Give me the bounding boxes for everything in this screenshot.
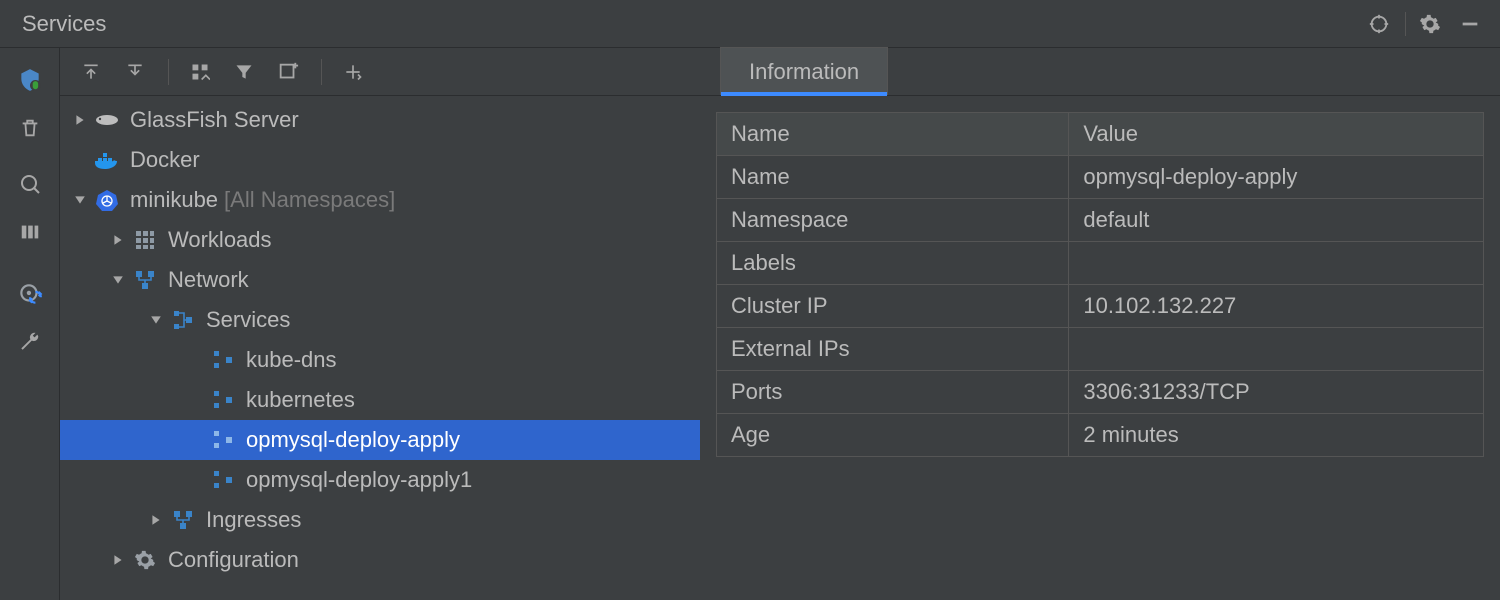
tree-node-workloads[interactable]: Workloads [60,220,700,260]
configuration-gear-icon [132,547,158,573]
gear-icon[interactable] [1414,8,1446,40]
docker-icon [94,147,120,173]
services-tree[interactable]: GlassFish Server Docker minikube [All Na… [60,96,700,600]
info-row-labels[interactable]: Labels [717,242,1483,285]
tree-node-services[interactable]: Services [60,300,700,340]
chevron-right-icon [146,510,166,530]
tree-label: kube-dns [246,347,337,373]
info-value: default [1069,199,1483,241]
info-key: Ports [717,371,1069,413]
info-row-age[interactable]: Age 2 minutes [717,414,1483,456]
tree-label: GlassFish Server [130,107,299,133]
collapse-all-icon[interactable] [118,55,152,89]
col-header-name: Name [717,113,1069,155]
info-key: Name [717,156,1069,198]
tree-label: opmysql-deploy-apply1 [246,467,472,493]
toolbar-separator [168,59,169,85]
zoom-icon[interactable] [10,164,50,204]
toolbar-separator [321,59,322,85]
chevron-right-icon [108,230,128,250]
tree-label: Network [168,267,249,293]
ingress-icon [170,507,196,533]
tree-leaf-opmysql-deploy-apply1[interactable]: opmysql-deploy-apply1 [60,460,700,500]
tree-label: opmysql-deploy-apply [246,427,460,453]
details-tab-strip: Information [700,48,1500,96]
info-value: 3306:31233/TCP [1069,371,1483,413]
target-icon[interactable] [1363,8,1395,40]
tree-label: Configuration [168,547,299,573]
tree-leaf-opmysql-deploy-apply[interactable]: opmysql-deploy-apply [60,420,700,460]
info-value: 10.102.132.227 [1069,285,1483,327]
info-row-cluster-ip[interactable]: Cluster IP 10.102.132.227 [717,285,1483,328]
tree-leaf-kube-dns[interactable]: kube-dns [60,340,700,380]
refresh-gear-icon[interactable] [10,274,50,314]
info-header-row: Name Value [717,113,1483,156]
chevron-placeholder [70,150,90,170]
network-icon [132,267,158,293]
tab-information[interactable]: Information [720,47,888,95]
info-row-external-ips[interactable]: External IPs [717,328,1483,371]
group-by-icon[interactable] [183,55,217,89]
tree-node-docker[interactable]: Docker [60,140,700,180]
workloads-icon [132,227,158,253]
tree-suffix: [All Namespaces] [224,187,395,213]
tree-leaf-kubernetes[interactable]: kubernetes [60,380,700,420]
filter-icon[interactable] [227,55,261,89]
service-item-icon [210,387,236,413]
tree-label: Services [206,307,290,333]
toolwindow-title: Services [22,11,1355,37]
info-key: Cluster IP [717,285,1069,327]
wrench-icon[interactable] [10,322,50,362]
service-icon [170,307,196,333]
info-table: Name Value Name opmysql-deploy-apply Nam… [716,112,1484,457]
main-area: GlassFish Server Docker minikube [All Na… [0,48,1500,600]
info-row-name[interactable]: Name opmysql-deploy-apply [717,156,1483,199]
tree-toolbar [60,48,700,96]
service-item-icon [210,347,236,373]
details-pane: Information Name Value Name opmysql-depl… [700,48,1500,600]
open-tab-icon[interactable] [271,55,305,89]
glassfish-icon [94,107,120,133]
info-value: opmysql-deploy-apply [1069,156,1483,198]
info-key: External IPs [717,328,1069,370]
left-gutter [0,48,60,600]
info-value: 2 minutes [1069,414,1483,456]
tree-node-minikube[interactable]: minikube [All Namespaces] [60,180,700,220]
info-key: Labels [717,242,1069,284]
minimize-icon[interactable] [1454,8,1486,40]
tree-node-configuration[interactable]: Configuration [60,540,700,580]
tree-node-glassfish[interactable]: GlassFish Server [60,100,700,140]
chevron-down-icon [108,270,128,290]
titlebar: Services [0,0,1500,48]
add-icon[interactable] [336,55,370,89]
info-row-namespace[interactable]: Namespace default [717,199,1483,242]
chevron-right-icon [108,550,128,570]
tree-label: Docker [130,147,200,173]
info-value [1069,328,1483,370]
service-item-icon [210,427,236,453]
tree-label: Ingresses [206,507,301,533]
tree-node-ingresses[interactable]: Ingresses [60,500,700,540]
tab-label: Information [749,59,859,85]
titlebar-separator [1405,12,1406,36]
tree-label: Workloads [168,227,272,253]
columns-icon[interactable] [10,212,50,252]
chevron-down-icon [70,190,90,210]
tree-label: minikube [130,187,218,213]
info-key: Age [717,414,1069,456]
kubernetes-icon [94,187,120,213]
chevron-right-icon [70,110,90,130]
tree-pane: GlassFish Server Docker minikube [All Na… [60,48,700,600]
tree-node-network[interactable]: Network [60,260,700,300]
service-item-icon [210,467,236,493]
info-key: Namespace [717,199,1069,241]
trash-icon[interactable] [10,108,50,148]
info-row-ports[interactable]: Ports 3306:31233/TCP [717,371,1483,414]
info-value [1069,242,1483,284]
expand-all-icon[interactable] [74,55,108,89]
col-header-value: Value [1069,113,1483,155]
tree-label: kubernetes [246,387,355,413]
bug-badge-icon[interactable] [10,60,50,100]
chevron-down-icon [146,310,166,330]
